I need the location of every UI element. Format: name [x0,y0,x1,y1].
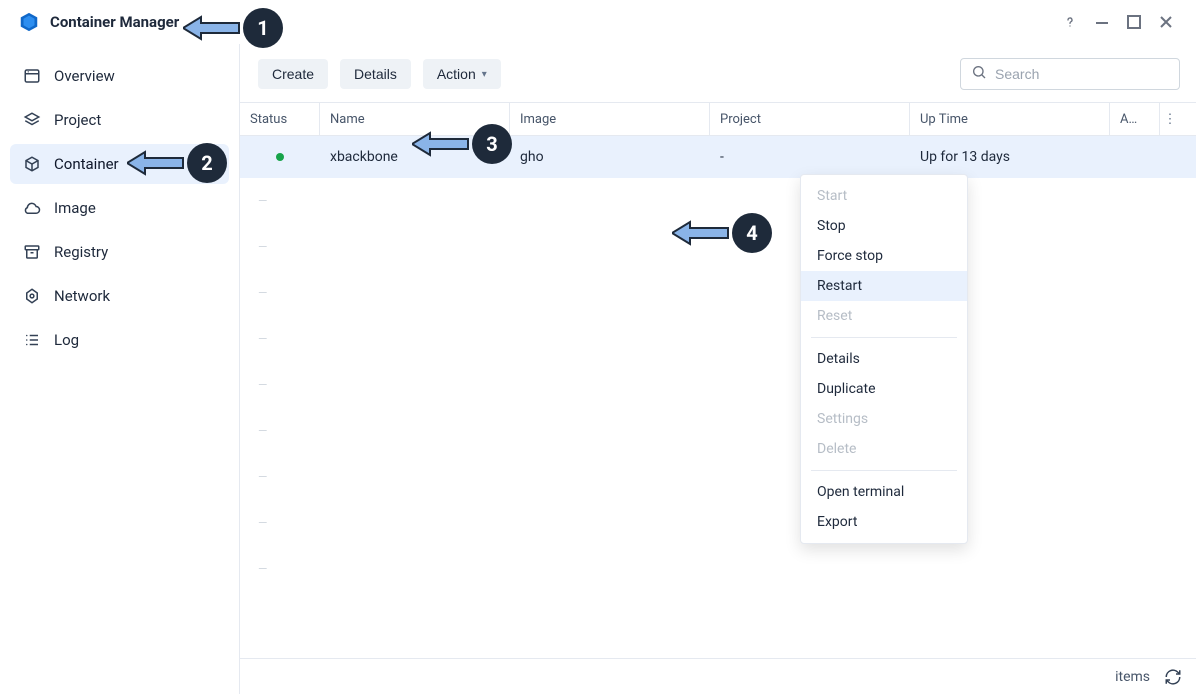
sidebar-item-overview[interactable]: Overview [10,56,229,96]
main-panel: Create Details Action ▾ Status Name Imag… [240,44,1196,694]
action-dropdown-button[interactable]: Action ▾ [423,59,501,89]
sidebar-item-label: Log [54,331,79,349]
sidebar-item-container[interactable]: Container [10,144,229,184]
network-icon [22,286,42,306]
action-label: Action [437,66,476,82]
col-status[interactable]: Status [240,103,320,135]
help-button[interactable] [1056,8,1084,36]
caret-down-icon: ▾ [482,69,487,80]
list-icon [22,330,42,350]
ctx-separator [811,337,957,338]
col-project[interactable]: Project [710,103,910,135]
ctx-details[interactable]: Details [801,344,967,374]
table-header: Status Name Image Project Up Time A… ⋮ [240,102,1196,136]
col-image[interactable]: Image [510,103,710,135]
search-input[interactable] [995,66,1169,82]
ctx-delete: Delete [801,434,967,464]
ctx-start: Start [801,181,967,211]
cube-icon [22,154,42,174]
col-name[interactable]: Name [320,103,510,135]
ctx-restart[interactable]: Restart [801,271,967,301]
sidebar-item-label: Overview [54,67,115,85]
close-button[interactable] [1152,8,1180,36]
sidebar-item-label: Image [54,199,96,217]
col-uptime[interactable]: Up Time [910,103,1110,135]
ctx-duplicate[interactable]: Duplicate [801,374,967,404]
cell-project: - [710,149,910,165]
sidebar-item-label: Container [54,155,119,173]
status-running-dot [276,153,284,161]
details-button[interactable]: Details [340,59,411,89]
sidebar-item-project[interactable]: Project [10,100,229,140]
ctx-force-stop[interactable]: Force stop [801,241,967,271]
minimize-button[interactable] [1088,8,1116,36]
status-bar: items [240,658,1196,694]
refresh-button[interactable] [1164,668,1182,686]
app-title: Container Manager [50,13,179,31]
ctx-separator [811,470,957,471]
app-logo-icon [18,11,40,33]
cloud-icon [22,198,42,218]
cell-name: xbackbone [320,149,510,165]
ctx-stop[interactable]: Stop [801,211,967,241]
cell-uptime: Up for 13 days [910,149,1110,165]
archive-icon [22,242,42,262]
toolbar: Create Details Action ▾ [240,44,1196,102]
col-more-icon[interactable]: ⋮ [1160,103,1180,135]
sidebar-item-log[interactable]: Log [10,320,229,360]
container-table: Status Name Image Project Up Time A… ⋮ x… [240,102,1196,178]
sidebar-item-network[interactable]: Network [10,276,229,316]
table-row[interactable]: xbackbone gho - Up for 13 days [240,136,1196,178]
titlebar: Container Manager [0,0,1196,44]
sidebar-item-label: Network [54,287,110,305]
sidebar-item-label: Registry [54,243,108,261]
sidebar-item-registry[interactable]: Registry [10,232,229,272]
ghost-rows: — — — — — — — — — [240,178,1196,592]
sidebar: Overview Project Container Image Registr… [0,44,240,694]
layers-icon [22,110,42,130]
cell-image: gho [510,149,710,165]
cell-status [240,153,320,161]
search-field[interactable] [960,58,1180,90]
context-menu: Start Stop Force stop Restart Reset Deta… [800,174,968,544]
ctx-open-terminal[interactable]: Open terminal [801,477,967,507]
sidebar-item-label: Project [54,111,101,129]
search-icon [971,64,987,84]
items-label: items [1115,669,1150,685]
ctx-export[interactable]: Export [801,507,967,537]
sidebar-item-image[interactable]: Image [10,188,229,228]
maximize-button[interactable] [1120,8,1148,36]
col-extra[interactable]: A… [1110,103,1160,135]
create-button[interactable]: Create [258,59,328,89]
ctx-reset: Reset [801,301,967,331]
dashboard-icon [22,66,42,86]
ctx-settings: Settings [801,404,967,434]
